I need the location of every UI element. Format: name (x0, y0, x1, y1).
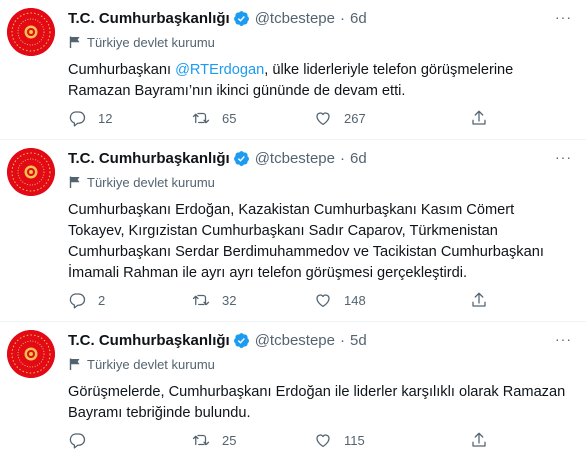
more-options-icon[interactable]: ··· (546, 9, 572, 27)
like-button[interactable]: 267 (314, 108, 366, 128)
separator-dot: · (339, 9, 345, 27)
reply-button[interactable]: 2 (68, 290, 105, 310)
retweet-count: 32 (222, 292, 237, 308)
tweet-actions: 12 65 267 (68, 108, 586, 128)
share-icon (472, 432, 486, 447)
tweet-actions: 2 32 148 (68, 290, 586, 310)
like-button[interactable]: 115 (314, 430, 365, 450)
tweet[interactable]: T.C. Cumhurbaşkanlığı @tcbestepe · 5d ··… (0, 322, 586, 461)
more-options-icon[interactable]: ··· (546, 331, 572, 349)
gov-label: Türkiye devlet kurumu (68, 34, 572, 50)
share-icon (472, 292, 486, 307)
tweet[interactable]: T.C. Cumhurbaşkanlığı @tcbestepe · 6d ··… (0, 140, 586, 322)
reply-icon (69, 111, 86, 127)
tweet-text: Görüşmelerde, Cumhurbaşkanı Erdoğan ile … (68, 384, 566, 421)
share-button[interactable] (470, 108, 488, 128)
mention-link[interactable]: @RTErdogan (175, 62, 264, 78)
account-handle[interactable]: @tcbestepe (255, 10, 335, 27)
gov-label: Türkiye devlet kurumu (68, 174, 572, 190)
retweet-count: 25 (222, 432, 237, 448)
flag-icon (68, 175, 82, 189)
like-count: 148 (344, 292, 366, 308)
tweet-timestamp[interactable]: 6d (350, 150, 367, 167)
reply-icon (69, 293, 86, 309)
retweet-icon (192, 112, 210, 124)
verified-badge-icon (233, 150, 250, 167)
avatar[interactable] (7, 330, 55, 378)
verified-badge-icon (233, 332, 250, 349)
verified-badge-icon (233, 10, 250, 27)
retweet-icon (192, 434, 210, 446)
gov-label-text: Türkiye devlet kurumu (87, 34, 215, 50)
retweet-button[interactable]: 32 (192, 290, 236, 310)
flag-icon (68, 35, 82, 49)
tweet-text-part: Cumhurbaşkanı (68, 62, 176, 78)
retweet-icon (192, 294, 210, 306)
presidential-seal-icon (7, 330, 55, 378)
share-button[interactable] (470, 430, 488, 450)
tweet-timestamp[interactable]: 6d (350, 10, 367, 27)
tweet-header: T.C. Cumhurbaşkanlığı @tcbestepe · 5d ··… (68, 331, 572, 349)
tweet-header: T.C. Cumhurbaşkanlığı @tcbestepe · 6d ··… (68, 149, 572, 167)
account-handle[interactable]: @tcbestepe (255, 332, 335, 349)
separator-dot: · (339, 331, 345, 349)
tweet-text: Cumhurbaşkanı Erdoğan, Kazakistan Cumhur… (68, 202, 544, 281)
heart-icon (316, 112, 330, 126)
gov-label-text: Türkiye devlet kurumu (87, 356, 215, 372)
heart-icon (316, 294, 330, 308)
retweet-count: 65 (222, 110, 237, 126)
reply-count: 2 (98, 292, 106, 308)
flag-icon (68, 357, 82, 371)
gov-label: Türkiye devlet kurumu (68, 356, 572, 372)
tweet-text: Cumhurbaşkanı @RTErdogan, ülke liderleri… (68, 60, 572, 102)
heart-icon (316, 434, 330, 448)
tweet[interactable]: T.C. Cumhurbaşkanlığı @tcbestepe · 6d ··… (0, 0, 586, 140)
retweet-button[interactable]: 25 (192, 430, 236, 450)
share-icon (472, 110, 486, 125)
like-count: 267 (344, 110, 366, 126)
reply-button[interactable]: 12 (68, 108, 112, 128)
retweet-button[interactable]: 65 (192, 108, 236, 128)
reply-icon (69, 433, 86, 449)
more-options-icon[interactable]: ··· (546, 149, 572, 167)
presidential-seal-icon (7, 8, 55, 56)
account-name[interactable]: T.C. Cumhurbaşkanlığı (68, 10, 230, 27)
presidential-seal-icon (7, 148, 55, 196)
reply-count: 12 (98, 110, 113, 126)
tweet-header: T.C. Cumhurbaşkanlığı @tcbestepe · 6d ··… (68, 9, 572, 27)
gov-label-text: Türkiye devlet kurumu (87, 174, 215, 190)
tweet-actions: 25 115 (68, 430, 586, 450)
reply-button[interactable] (68, 430, 98, 450)
like-count: 115 (344, 432, 365, 448)
account-name[interactable]: T.C. Cumhurbaşkanlığı (68, 150, 230, 167)
account-handle[interactable]: @tcbestepe (255, 150, 335, 167)
avatar[interactable] (7, 8, 55, 56)
tweet-timestamp[interactable]: 5d (350, 332, 367, 349)
account-name[interactable]: T.C. Cumhurbaşkanlığı (68, 332, 230, 349)
avatar[interactable] (7, 148, 55, 196)
share-button[interactable] (470, 290, 488, 310)
like-button[interactable]: 148 (314, 290, 366, 310)
separator-dot: · (339, 149, 345, 167)
